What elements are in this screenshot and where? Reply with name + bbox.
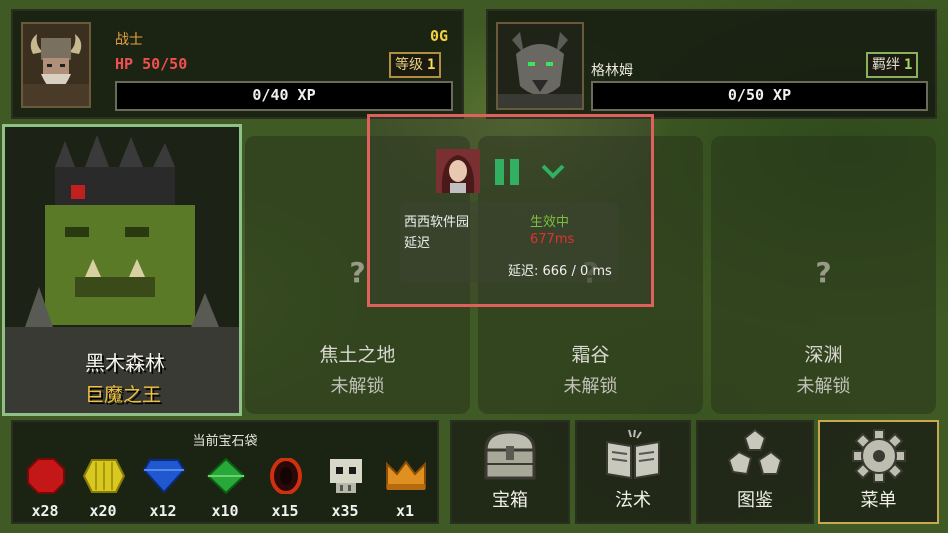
companion-panel: 格林姆 羁绊 1 0/50 XP — [486, 9, 937, 119]
hero-gold: 0G — [429, 27, 448, 45]
pause-button[interactable] — [492, 157, 522, 187]
gem-count: x15 — [271, 502, 299, 520]
anime-avatar-icon — [436, 149, 480, 193]
zone-status: 未解锁 — [563, 376, 618, 397]
hero-hp: HP 50/50 — [115, 55, 188, 73]
companion-bond-badge: 羁绊 1 — [866, 52, 919, 78]
hero-xp-bar: 0/40 XP — [115, 81, 453, 111]
bond-value: 1 — [904, 57, 913, 73]
overlay-app-name: 西西软件园 — [404, 215, 470, 230]
overlay-delay-value: 677ms — [530, 232, 575, 247]
boss-location: 黑木森林 — [85, 351, 165, 375]
crown-icon[interactable] — [384, 458, 428, 494]
wolf-avatar-icon — [498, 24, 582, 108]
codex-button[interactable]: 图鉴 — [696, 420, 814, 524]
zone-card-abyss[interactable]: ? 深渊 未解锁 — [711, 136, 936, 414]
overlay-status: 生效中 — [530, 215, 570, 230]
hero-portrait[interactable] — [21, 22, 91, 108]
gem-count: x12 — [149, 502, 177, 520]
skull-icon[interactable] — [324, 458, 368, 494]
dark-ring-gem-icon[interactable] — [264, 457, 308, 495]
zone-name: 深渊 — [804, 344, 843, 366]
gem-count: x28 — [31, 502, 59, 520]
gem-count: x35 — [331, 502, 359, 520]
companion-portrait[interactable] — [496, 22, 584, 110]
red-octagon-gem-icon[interactable] — [24, 458, 68, 494]
hero-class-name: 战士 — [115, 32, 143, 48]
level-value: 1 — [427, 57, 436, 73]
spellbook-icon — [603, 428, 663, 486]
gear-icon — [849, 428, 909, 488]
spells-label: 法术 — [615, 490, 651, 511]
hero-level-badge: 等级 1 — [389, 52, 442, 78]
gem-count: x20 — [89, 502, 117, 520]
overlay-avatar[interactable] — [436, 149, 480, 193]
treasure-chest-icon — [480, 428, 540, 486]
gem-count: x1 — [395, 502, 415, 520]
boss-title: 巨魔之王 — [85, 384, 162, 406]
zone-name: 焦土之地 — [319, 344, 396, 366]
companion-name: 格林姆 — [591, 63, 633, 79]
menu-label: 菜单 — [860, 490, 897, 511]
hero-panel: 战士 HP 50/50 0G 等级 1 0/40 XP — [11, 9, 464, 119]
treasure-chest-button[interactable]: 宝箱 — [450, 420, 570, 524]
boss-card[interactable]: 黑木森林 巨魔之王 — [2, 124, 242, 416]
overlay-delay-label: 延迟 — [404, 236, 431, 251]
treasure-chest-label: 宝箱 — [492, 490, 528, 511]
zone-status: 未解锁 — [330, 376, 385, 397]
codex-label: 图鉴 — [737, 490, 773, 511]
gem-count: x10 — [211, 502, 239, 520]
green-rhombus-gem-icon[interactable] — [204, 457, 248, 495]
spells-button[interactable]: 法术 — [575, 420, 691, 524]
zone-name: 霜谷 — [571, 344, 610, 366]
blue-diamond-gem-icon[interactable] — [142, 458, 186, 494]
level-label: 等级 — [395, 57, 423, 73]
zone-status: 未解锁 — [796, 376, 851, 397]
yellow-hex-gem-icon[interactable] — [82, 458, 126, 494]
locked-question-icon: ? — [815, 256, 832, 289]
speed-overlay: 西西软件园 生效中 延迟 677ms 延迟: 666 / 0 ms — [367, 114, 654, 307]
companion-xp-bar: 0/50 XP — [591, 81, 928, 111]
warrior-avatar-icon — [23, 24, 89, 106]
collapse-button[interactable] — [540, 161, 566, 181]
gem-bag-title: 当前宝石袋 — [192, 434, 258, 449]
pause-icon — [495, 159, 519, 185]
bond-label: 羁绊 — [872, 57, 900, 73]
overlay-delay-summary: 延迟: 666 / 0 ms — [508, 264, 612, 279]
menu-button[interactable]: 菜单 — [818, 420, 939, 524]
chevron-down-icon — [541, 164, 565, 179]
dice-icon — [725, 428, 785, 486]
